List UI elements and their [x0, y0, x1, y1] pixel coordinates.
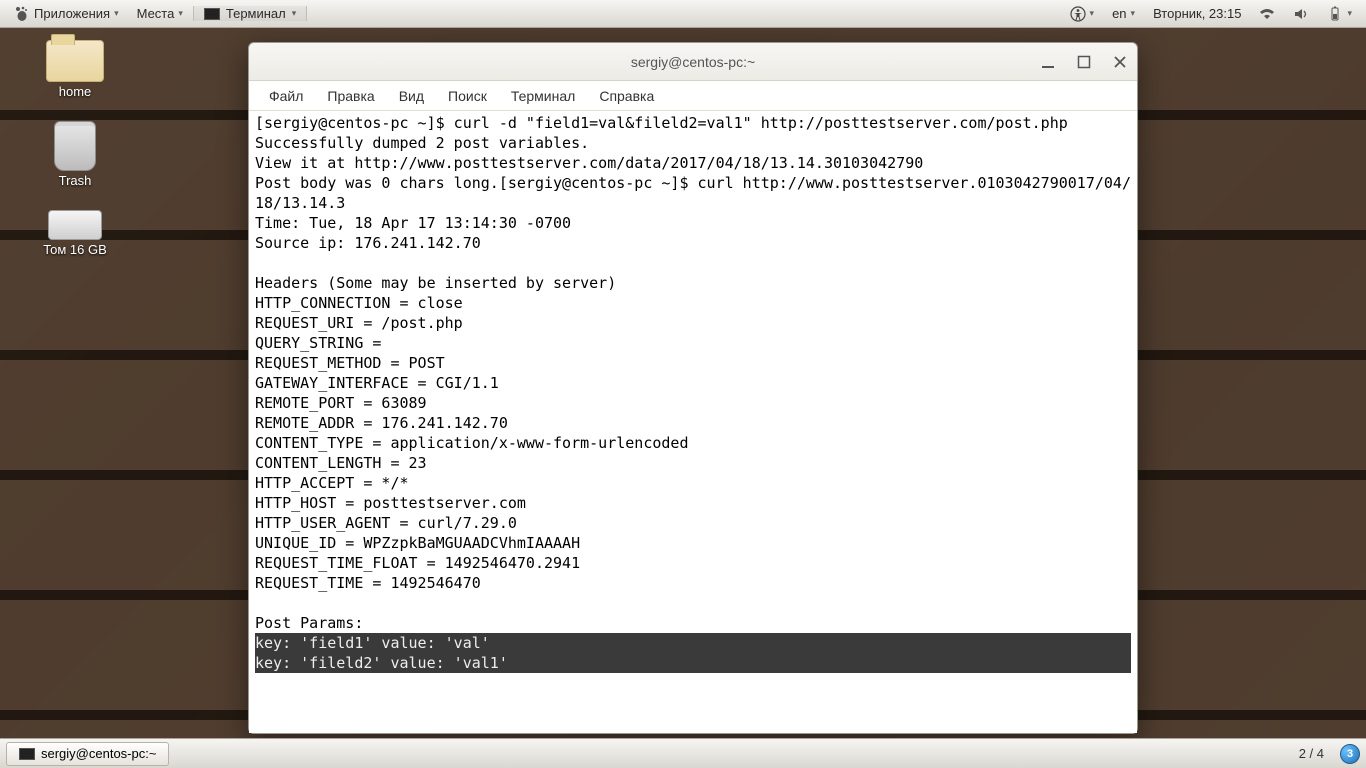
minimize-button[interactable] — [1039, 53, 1057, 71]
desktop-icon-disk[interactable]: Том 16 GB — [20, 210, 130, 257]
chevron-down-icon: ▾ — [1090, 8, 1095, 19]
notification-count: 3 — [1347, 748, 1353, 760]
chevron-down-icon: ▾ — [292, 8, 297, 19]
menu-terminal[interactable]: Терминал — [501, 85, 585, 107]
terminal-viewport[interactable]: [sergiy@centos-pc ~]$ curl -d "field1=va… — [249, 111, 1137, 733]
desktop-icon-trash[interactable]: Trash — [20, 121, 130, 188]
clock-label: Вторник, 23:15 — [1153, 6, 1241, 21]
chevron-down-icon: ▾ — [1131, 8, 1136, 19]
terminal-icon — [19, 748, 35, 760]
desktop-icon-label: home — [59, 84, 92, 99]
menu-help[interactable]: Справка — [589, 85, 664, 107]
battery-indicator[interactable]: ▾ — [1319, 6, 1360, 22]
applications-menu[interactable]: Приложения ▾ — [6, 6, 127, 22]
terminal-selected-line: key: 'fileld2' value: 'val1' — [255, 653, 1131, 673]
battery-icon — [1327, 6, 1343, 22]
terminal-selected-line: key: 'field1' value: 'val' — [255, 633, 1131, 653]
taskbar-button-label: sergiy@centos-pc:~ — [41, 746, 156, 761]
active-app-indicator[interactable]: Терминал ▾ — [193, 6, 307, 21]
gnome-foot-icon — [14, 6, 30, 22]
maximize-button[interactable] — [1075, 53, 1093, 71]
desktop-icon-home[interactable]: home — [20, 40, 130, 99]
bottom-panel: sergiy@centos-pc:~ 2 / 4 3 — [0, 738, 1366, 768]
volume-indicator[interactable] — [1285, 6, 1317, 22]
terminal-window: sergiy@centos-pc:~ Файл Правка Вид Поиск… — [248, 42, 1138, 734]
window-title: sergiy@centos-pc:~ — [631, 54, 755, 70]
wifi-icon — [1259, 6, 1275, 22]
chevron-down-icon: ▾ — [114, 8, 119, 19]
speaker-icon — [1293, 6, 1309, 22]
taskbar-button-terminal[interactable]: sergiy@centos-pc:~ — [6, 742, 169, 766]
desktop-icons: home Trash Том 16 GB — [20, 40, 130, 257]
window-menubar: Файл Правка Вид Поиск Терминал Справка — [249, 81, 1137, 111]
trash-icon — [54, 121, 96, 171]
active-app-label: Терминал — [226, 6, 286, 21]
chevron-down-icon: ▾ — [178, 8, 183, 19]
keyboard-layout-menu[interactable]: en ▾ — [1104, 6, 1143, 21]
places-menu-label: Места — [137, 6, 175, 21]
applications-menu-label: Приложения — [34, 6, 110, 21]
clock[interactable]: Вторник, 23:15 — [1145, 6, 1249, 21]
menu-search[interactable]: Поиск — [438, 85, 497, 107]
workspace-indicator[interactable]: 2 / 4 — [1291, 746, 1332, 761]
desktop-icon-label: Том 16 GB — [43, 242, 107, 257]
accessibility-icon — [1070, 6, 1086, 22]
desktop-icon-label: Trash — [59, 173, 92, 188]
chevron-down-icon: ▾ — [1347, 8, 1352, 19]
keyboard-layout-label: en — [1112, 6, 1126, 21]
window-titlebar[interactable]: sergiy@centos-pc:~ — [249, 43, 1137, 81]
top-panel: Приложения ▾ Места ▾ Терминал ▾ ▾ en ▾ В… — [0, 0, 1366, 28]
menu-file[interactable]: Файл — [259, 85, 313, 107]
menu-view[interactable]: Вид — [389, 85, 434, 107]
network-indicator[interactable] — [1251, 6, 1283, 22]
places-menu[interactable]: Места ▾ — [129, 6, 191, 21]
close-button[interactable] — [1111, 53, 1129, 71]
folder-icon — [46, 40, 104, 82]
menu-edit[interactable]: Правка — [317, 85, 384, 107]
notification-badge[interactable]: 3 — [1340, 744, 1360, 764]
accessibility-menu[interactable]: ▾ — [1062, 6, 1103, 22]
terminal-icon — [204, 8, 220, 20]
workspace-label: 2 / 4 — [1299, 746, 1324, 761]
disk-icon — [48, 210, 102, 240]
terminal-output: [sergiy@centos-pc ~]$ curl -d "field1=va… — [255, 114, 1131, 632]
